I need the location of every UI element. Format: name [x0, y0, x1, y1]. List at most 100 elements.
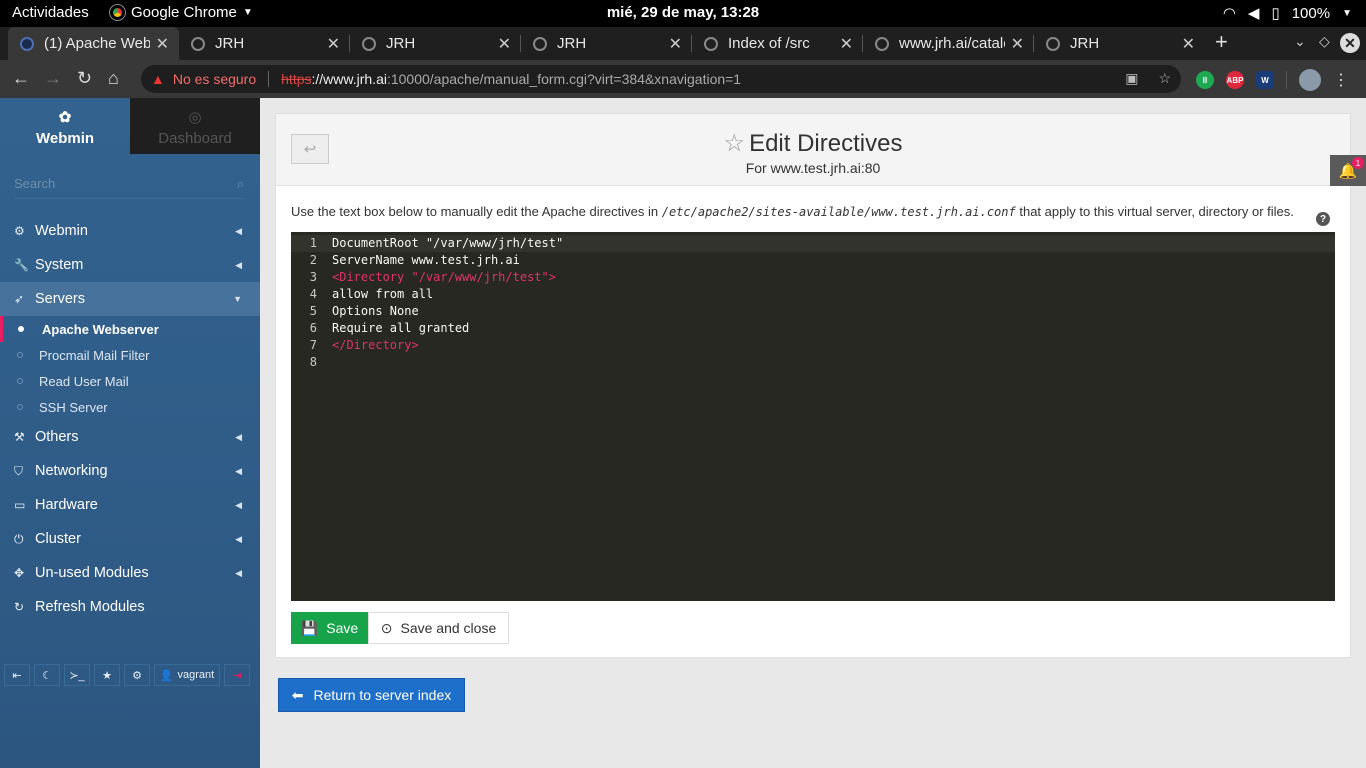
close-tab-icon[interactable]: ✕ [1011, 34, 1024, 54]
url-host: ://www.jrh.ai [311, 71, 387, 87]
code-line[interactable]: 5 Options None [291, 303, 1335, 320]
shield-icon: ⛉ [14, 463, 24, 478]
menu-icon[interactable]: ⋮ [1333, 70, 1349, 90]
avatar[interactable] [1299, 69, 1321, 91]
sidebar-item-webmin[interactable]: ⚙ Webmin ◀ [0, 214, 260, 248]
sidebar-item-label: System [35, 257, 84, 273]
collapse-icon[interactable]: ⇤ [4, 664, 30, 686]
save-button[interactable]: 💾 Save [291, 612, 368, 644]
page-subtitle: For www.test.jrh.ai:80 [745, 160, 881, 176]
cogs-icon[interactable]: ⚙ [124, 664, 150, 686]
dashboard-icon: ◎ [188, 109, 202, 126]
browser-tab[interactable]: JRH ✕ [179, 27, 350, 60]
browser-tab[interactable]: (1) Apache Webmin ✕ [8, 27, 179, 60]
adblock-plus-icon[interactable]: ABP [1226, 71, 1244, 89]
translate-icon[interactable]: ▣ [1125, 70, 1138, 87]
close-tab-icon[interactable]: ✕ [498, 34, 511, 54]
security-status[interactable]: No es seguro [173, 71, 256, 87]
caret-left-icon: ◀ [235, 431, 242, 442]
sidebar-item-label: Servers [35, 291, 85, 307]
warning-icon[interactable]: ▲ [151, 71, 165, 87]
sidebar-item-servers[interactable]: ➶ Servers ▼ [0, 282, 260, 316]
sidebar-subitem-label: Read User Mail [39, 373, 129, 389]
browser-tab[interactable]: Index of /src ✕ [692, 27, 863, 60]
code-line[interactable]: 6 Require all granted [291, 320, 1335, 337]
caret-down-icon: ▼ [1342, 7, 1352, 19]
sidebar-subitem-label: Procmail Mail Filter [39, 347, 150, 363]
panel-header: ↩ ☆ Edit Directives For www.test.jrh.ai:8… [276, 114, 1350, 186]
close-tab-icon[interactable]: ✕ [1182, 34, 1195, 54]
notification-badge: 1 [1352, 157, 1364, 169]
system-tray[interactable]: ◠ ◀ ▯ 100% ▼ [1223, 4, 1352, 23]
moon-icon[interactable]: ☾ [34, 664, 60, 686]
close-window-icon[interactable]: ✕ [1340, 33, 1360, 53]
reload-icon[interactable]: ↻ [77, 68, 92, 89]
page-title-text: Edit Directives [749, 130, 903, 157]
return-to-server-index-button[interactable]: ⬅ Return to server index [278, 678, 465, 712]
code-line[interactable]: 7 </Directory> [291, 337, 1335, 354]
save-close-label: Save and close [400, 620, 497, 636]
sidebar-item-system[interactable]: 🔧 System ◀ [0, 248, 260, 282]
wrench-icon: 🔧 [14, 258, 29, 272]
help-icon[interactable]: ? [1316, 212, 1330, 226]
description: Use the text box below to manually edit … [291, 204, 1294, 219]
code-line[interactable]: 1 DocumentRoot "/var/www/jrh/test" [291, 235, 1335, 252]
sidebar-tab-webmin[interactable]: ✿ Webmin [0, 98, 130, 154]
username: vagrant [177, 669, 215, 681]
code-line[interactable]: 3 <Directory "/var/www/jrh/test"> [291, 269, 1335, 286]
sidebar-subitem-label: Apache Webserver [42, 321, 159, 337]
sidebar-item-unused-modules[interactable]: ✥ Un-used Modules ◀ [0, 556, 260, 590]
browser-tab[interactable]: JRH ✕ [350, 27, 521, 60]
minimize-icon[interactable]: ◇ [1319, 33, 1330, 50]
battery-icon: ▯ [1271, 5, 1280, 22]
browser-tab[interactable]: JRH ✕ [1034, 27, 1205, 60]
line-number: 7 [309, 338, 317, 352]
sidebar-item-label: Networking [35, 463, 108, 479]
sidebar-item-label: Webmin [35, 223, 88, 239]
sidebar: ✿ Webmin ◎ Dashboard Search ⌕ ⚙ Webmin ◀… [0, 98, 260, 768]
star-icon[interactable]: ★ [94, 664, 120, 686]
sidebar-tab-dashboard[interactable]: ◎ Dashboard [130, 98, 260, 154]
sidebar-item-others[interactable]: ⚒ Others ◀ [0, 420, 260, 454]
code-line[interactable]: 2 ServerName www.test.jrh.ai [291, 252, 1335, 269]
sidebar-item-hardware[interactable]: ▭ Hardware ◀ [0, 488, 260, 522]
sidebar-subitem-ssh[interactable]: SSH Server [0, 394, 260, 420]
code-line[interactable]: 4 allow from all [291, 286, 1335, 303]
clock[interactable]: mié, 29 de may, 13:28 [0, 4, 1366, 21]
user-button[interactable]: 👤 vagrant [154, 664, 220, 686]
new-tab-icon[interactable]: + [1215, 29, 1228, 55]
notifications-button[interactable]: 🔔 1 [1330, 155, 1366, 186]
search-icon[interactable]: ⌕ [237, 176, 244, 192]
forward-icon[interactable]: → [44, 68, 62, 89]
close-tab-icon[interactable]: ✕ [669, 34, 682, 54]
sidebar-item-refresh-modules[interactable]: ↻ Refresh Modules [0, 590, 260, 624]
pause-extension-icon[interactable]: II [1196, 71, 1214, 89]
rocket-icon: ➶ [14, 292, 25, 306]
close-tab-icon[interactable]: ✕ [840, 34, 853, 54]
extension-icon[interactable]: W [1256, 71, 1274, 89]
sidebar-bottom-toolbar: ⇤ ☾ ≻_ ★ ⚙ 👤 vagrant ⇥ [4, 664, 254, 686]
address-bar[interactable]: ▲ No es seguro https://www.jrh.ai:10000/… [141, 65, 1181, 93]
home-icon[interactable]: ⌂ [108, 68, 119, 89]
refresh-icon: ↻ [14, 600, 25, 614]
bookmark-star-icon[interactable]: ☆ [1158, 70, 1171, 87]
line-number: 5 [309, 304, 317, 318]
code-line[interactable]: 8 [291, 354, 1335, 371]
search-input[interactable]: Search ⌕ [14, 176, 244, 199]
sidebar-item-networking[interactable]: ⛉ Networking ◀ [0, 454, 260, 488]
terminal-icon[interactable]: ≻_ [64, 664, 90, 686]
back-icon[interactable]: ← [12, 68, 30, 89]
save-and-close-button[interactable]: ⊙ Save and close [368, 612, 509, 644]
sidebar-subitem-procmail[interactable]: Procmail Mail Filter [0, 342, 260, 368]
favorite-star-icon[interactable]: ☆ [724, 130, 746, 157]
close-tab-icon[interactable]: ✕ [327, 34, 340, 54]
logout-icon[interactable]: ⇥ [224, 664, 250, 686]
sidebar-subitem-apache[interactable]: Apache Webserver [0, 316, 260, 342]
code-editor[interactable]: 1 DocumentRoot "/var/www/jrh/test" 2 Ser… [291, 232, 1335, 601]
sidebar-subitem-read-mail[interactable]: Read User Mail [0, 368, 260, 394]
browser-tab[interactable]: www.jrh.ai/catalog ✕ [863, 27, 1034, 60]
tab-search-icon[interactable]: ⌄ [1294, 33, 1306, 50]
browser-tab[interactable]: JRH ✕ [521, 27, 692, 60]
close-tab-icon[interactable]: ✕ [156, 34, 169, 54]
sidebar-item-cluster[interactable]: ⏻ Cluster ◀ [0, 522, 260, 556]
